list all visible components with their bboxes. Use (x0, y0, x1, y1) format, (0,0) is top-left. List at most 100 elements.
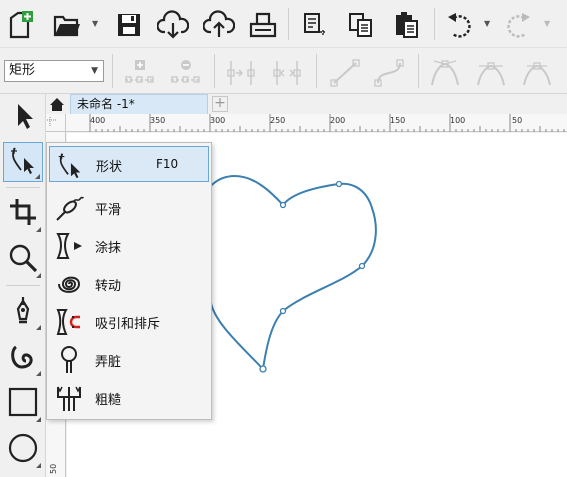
delete-node-icon[interactable] (168, 56, 202, 90)
flyout-indicator-icon (36, 371, 41, 376)
freehand-tool[interactable] (3, 292, 43, 332)
add-node-icon[interactable] (122, 56, 156, 90)
ruler-label: 100 (450, 116, 466, 125)
flyout-item-label: 形状 (96, 160, 123, 175)
toolbar-separator (288, 8, 289, 40)
convert-to-curve-icon[interactable] (372, 56, 406, 90)
attract-repel-tool-icon (53, 306, 85, 338)
curve-node[interactable] (259, 365, 267, 373)
twirl-tool-icon (53, 268, 85, 300)
flyout-indicator-icon (36, 325, 41, 330)
app-window: ▼ ▼ ▼ 矩形 ▼ 未命名 -1* + 400 350 300 250 200… (0, 0, 567, 477)
smear-tool-icon (53, 230, 85, 262)
property-bar: 矩形 ▼ (0, 48, 567, 94)
convert-to-line-icon[interactable] (328, 56, 362, 90)
flyout-indicator-icon (36, 417, 41, 422)
pick-tool[interactable] (3, 98, 43, 138)
open-folder-icon[interactable] (50, 8, 84, 42)
shape-tool-icon (54, 149, 86, 181)
break-curve-icon[interactable] (270, 56, 304, 90)
smooth-tool-icon (53, 192, 85, 224)
ruler-label: 200 (330, 116, 346, 125)
pointer-arrow-icon (10, 101, 36, 135)
ruler-label: 50 (49, 463, 58, 474)
add-tab-button[interactable]: + (212, 96, 228, 112)
ruler-label: 50 (512, 116, 523, 125)
toolbox-separator (6, 285, 40, 286)
home-icon[interactable] (46, 94, 68, 114)
curve-node[interactable] (358, 262, 366, 270)
ruler-label: 150 (390, 116, 406, 125)
horizontal-ruler: 400 350 300 250 200 150 100 50 (66, 114, 567, 132)
smudge-tool-icon (53, 344, 85, 376)
flyout-item-label: 吸引和排斥 (95, 317, 161, 332)
flyout-indicator-icon (36, 227, 41, 232)
toolbar-separator (418, 54, 419, 88)
ellipse-icon (8, 433, 38, 467)
flyout-indicator-icon (36, 463, 41, 468)
shape-type-select[interactable]: 矩形 ▼ (4, 60, 104, 82)
flyout-item-smooth[interactable]: 平滑 (49, 190, 209, 226)
symmetric-node-icon[interactable] (520, 56, 554, 90)
rectangle-tool[interactable] (3, 384, 43, 424)
toolbox-separator (6, 187, 40, 188)
ruler-ticks (89, 114, 565, 132)
curve-node[interactable] (279, 201, 287, 209)
tab-document[interactable]: 未命名 -1* (70, 94, 208, 114)
ruler-label: 400 (90, 116, 106, 125)
flyout-item-twirl[interactable]: 转动 (49, 266, 209, 302)
flyout-item-attract-repel[interactable]: 吸引和排斥 (49, 304, 209, 340)
save-icon[interactable] (112, 8, 146, 42)
zoom-tool[interactable] (3, 240, 43, 280)
curve-node[interactable] (335, 180, 343, 188)
flyout-item-label: 弄脏 (95, 355, 122, 370)
toolbox (0, 94, 46, 477)
flyout-item-roughen[interactable]: 粗糙 (49, 380, 209, 416)
paste-icon[interactable] (390, 8, 424, 42)
flyout-item-smudge[interactable]: 弄脏 (49, 342, 209, 378)
shape-tool[interactable] (3, 142, 43, 182)
ruler-label: 350 (150, 116, 166, 125)
flyout-item-shape[interactable]: 形状 F10 (49, 146, 209, 182)
crop-icon (8, 197, 38, 231)
cut-icon[interactable] (298, 8, 332, 42)
cusp-node-icon[interactable] (428, 56, 462, 90)
zoom-magnifier-icon (8, 243, 38, 277)
copy-icon[interactable] (344, 8, 378, 42)
cloud-upload-icon[interactable] (202, 8, 236, 42)
flyout-item-label: 转动 (95, 279, 122, 294)
shape-type-value: 矩形 (9, 63, 36, 78)
flyout-item-smear[interactable]: 涂抹 (49, 228, 209, 264)
pen-nib-icon (8, 295, 38, 329)
print-icon[interactable] (246, 8, 280, 42)
ruler-label: 300 (210, 116, 226, 125)
redo-dropdown-icon[interactable]: ▼ (544, 20, 552, 28)
ellipse-tool[interactable] (3, 430, 43, 470)
toolbar-separator (316, 54, 317, 88)
undo-icon[interactable] (442, 8, 476, 42)
rectangle-icon (8, 387, 38, 421)
artistic-media-tool[interactable] (3, 338, 43, 378)
ruler-label: 250 (270, 116, 286, 125)
undo-dropdown-icon[interactable]: ▼ (484, 20, 492, 28)
ruler-origin[interactable] (46, 114, 66, 132)
new-document-icon[interactable] (4, 8, 38, 42)
curve-node[interactable] (279, 307, 287, 315)
cloud-download-icon[interactable] (156, 8, 190, 42)
flyout-item-label: 粗糙 (95, 393, 122, 408)
toolbar-separator (112, 54, 113, 88)
flyout-indicator-icon (36, 273, 41, 278)
join-nodes-icon[interactable] (224, 56, 258, 90)
document-tab-bar: 未命名 -1* + (46, 94, 567, 114)
flyout-item-label: 涂抹 (95, 241, 122, 256)
flyout-item-label: 平滑 (95, 203, 122, 218)
redo-icon[interactable] (502, 8, 536, 42)
smooth-node-icon[interactable] (474, 56, 508, 90)
crop-tool[interactable] (3, 194, 43, 234)
toolbar-separator (434, 8, 435, 40)
brush-stroke-icon (8, 341, 38, 375)
roughen-tool-icon (53, 382, 85, 414)
chevron-down-icon: ▼ (91, 66, 98, 76)
open-dropdown-icon[interactable]: ▼ (92, 20, 100, 28)
shape-tool-flyout: 形状 F10 平滑 涂抹 转动 吸引和排斥 弄脏 粗糙 (46, 142, 212, 420)
